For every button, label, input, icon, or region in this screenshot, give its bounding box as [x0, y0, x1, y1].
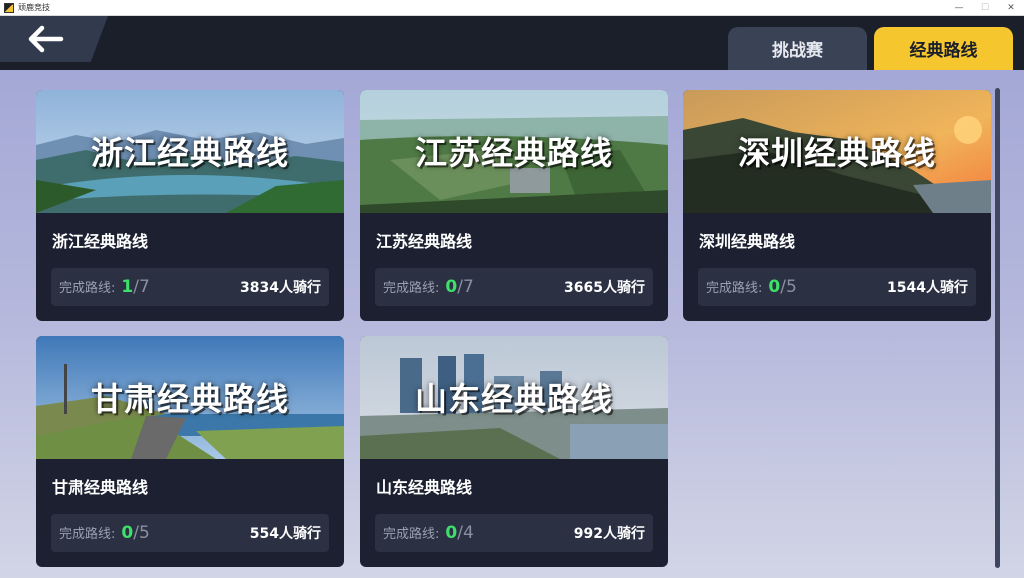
tab-classic-routes[interactable]: 经典路线: [874, 27, 1013, 70]
route-banner-image: 深圳经典路线: [683, 90, 991, 213]
completed-count: 0: [121, 523, 134, 543]
completed-count: 0: [445, 523, 458, 543]
progress-label: 完成路线:: [59, 527, 116, 542]
rider-count: 3665人骑行: [564, 280, 645, 296]
close-button[interactable]: ✕: [998, 0, 1024, 16]
total-count: 7: [138, 277, 150, 297]
rider-count: 554人骑行: [249, 526, 321, 542]
route-stats: 完成路线: 0 / 5 1544人骑行: [698, 268, 976, 306]
route-banner-image: 浙江经典路线: [36, 90, 344, 213]
tab-challenge[interactable]: 挑战赛: [728, 27, 867, 70]
progress-label: 完成路线:: [706, 281, 763, 296]
back-button[interactable]: [0, 16, 108, 62]
route-card-zhejiang[interactable]: 浙江经典路线 浙江经典路线 完成路线: 1 / 7 3834人骑行: [36, 90, 344, 321]
total-count: 4: [462, 523, 474, 543]
route-stats: 完成路线: 0 / 5 554人骑行: [51, 514, 329, 552]
route-card-shenzhen[interactable]: 深圳经典路线 深圳经典路线 完成路线: 0 / 5 1544人骑行: [683, 90, 991, 321]
route-name: 山东经典路线: [376, 478, 473, 497]
top-header: 挑战赛 经典路线: [0, 16, 1024, 70]
completed-count: 0: [768, 277, 781, 297]
total-count: 7: [462, 277, 474, 297]
route-progress: 完成路线: 1 / 7: [59, 277, 150, 297]
minimize-button[interactable]: —: [946, 0, 972, 16]
route-stats: 完成路线: 1 / 7 3834人骑行: [51, 268, 329, 306]
progress-label: 完成路线:: [383, 281, 440, 296]
app-logo-icon: [4, 2, 14, 13]
route-progress: 完成路线: 0 / 4: [383, 523, 474, 543]
arrow-left-icon: [28, 25, 64, 53]
route-banner-title: 江苏经典路线: [414, 134, 613, 172]
route-banner-title: 浙江经典路线: [90, 134, 289, 172]
route-banner-image: 江苏经典路线: [360, 90, 668, 213]
rider-count: 3834人骑行: [240, 280, 321, 296]
route-card-gansu[interactable]: 甘肃经典路线 甘肃经典路线 完成路线: 0 / 5 554人骑行: [36, 336, 344, 567]
route-grid: 浙江经典路线 浙江经典路线 完成路线: 1 / 7 3834人骑行 江苏经典路线…: [0, 70, 1024, 578]
route-progress: 完成路线: 0 / 7: [383, 277, 474, 297]
route-name: 深圳经典路线: [699, 232, 796, 251]
route-name: 甘肃经典路线: [52, 478, 149, 497]
route-banner-image: 甘肃经典路线: [36, 336, 344, 459]
route-stats: 完成路线: 0 / 7 3665人骑行: [375, 268, 653, 306]
route-progress: 完成路线: 0 / 5: [706, 277, 797, 297]
route-card-jiangsu[interactable]: 江苏经典路线 江苏经典路线 完成路线: 0 / 7 3665人骑行: [360, 90, 668, 321]
total-count: 5: [138, 523, 150, 543]
route-banner-title: 山东经典路线: [414, 380, 613, 418]
route-name: 江苏经典路线: [376, 232, 473, 251]
total-count: 5: [785, 277, 797, 297]
window-titlebar: 顽鹿竞技 — ☐ ✕: [0, 0, 1024, 16]
route-banner-title: 深圳经典路线: [737, 134, 936, 172]
route-progress: 完成路线: 0 / 5: [59, 523, 150, 543]
route-banner-title: 甘肃经典路线: [90, 380, 289, 418]
progress-label: 完成路线:: [59, 281, 116, 296]
window-controls: — ☐ ✕: [946, 0, 1024, 16]
rider-count: 992人骑行: [573, 526, 645, 542]
maximize-button[interactable]: ☐: [972, 0, 998, 16]
vertical-scrollbar[interactable]: [995, 88, 1000, 568]
completed-count: 0: [445, 277, 458, 297]
route-banner-image: 山东经典路线: [360, 336, 668, 459]
progress-label: 完成路线:: [383, 527, 440, 542]
route-card-shandong[interactable]: 山东经典路线 山东经典路线 完成路线: 0 / 4 992人骑行: [360, 336, 668, 567]
route-name: 浙江经典路线: [52, 232, 149, 251]
completed-count: 1: [121, 277, 134, 297]
route-stats: 完成路线: 0 / 4 992人骑行: [375, 514, 653, 552]
window-title: 顽鹿竞技: [18, 3, 50, 12]
rider-count: 1544人骑行: [887, 280, 968, 296]
